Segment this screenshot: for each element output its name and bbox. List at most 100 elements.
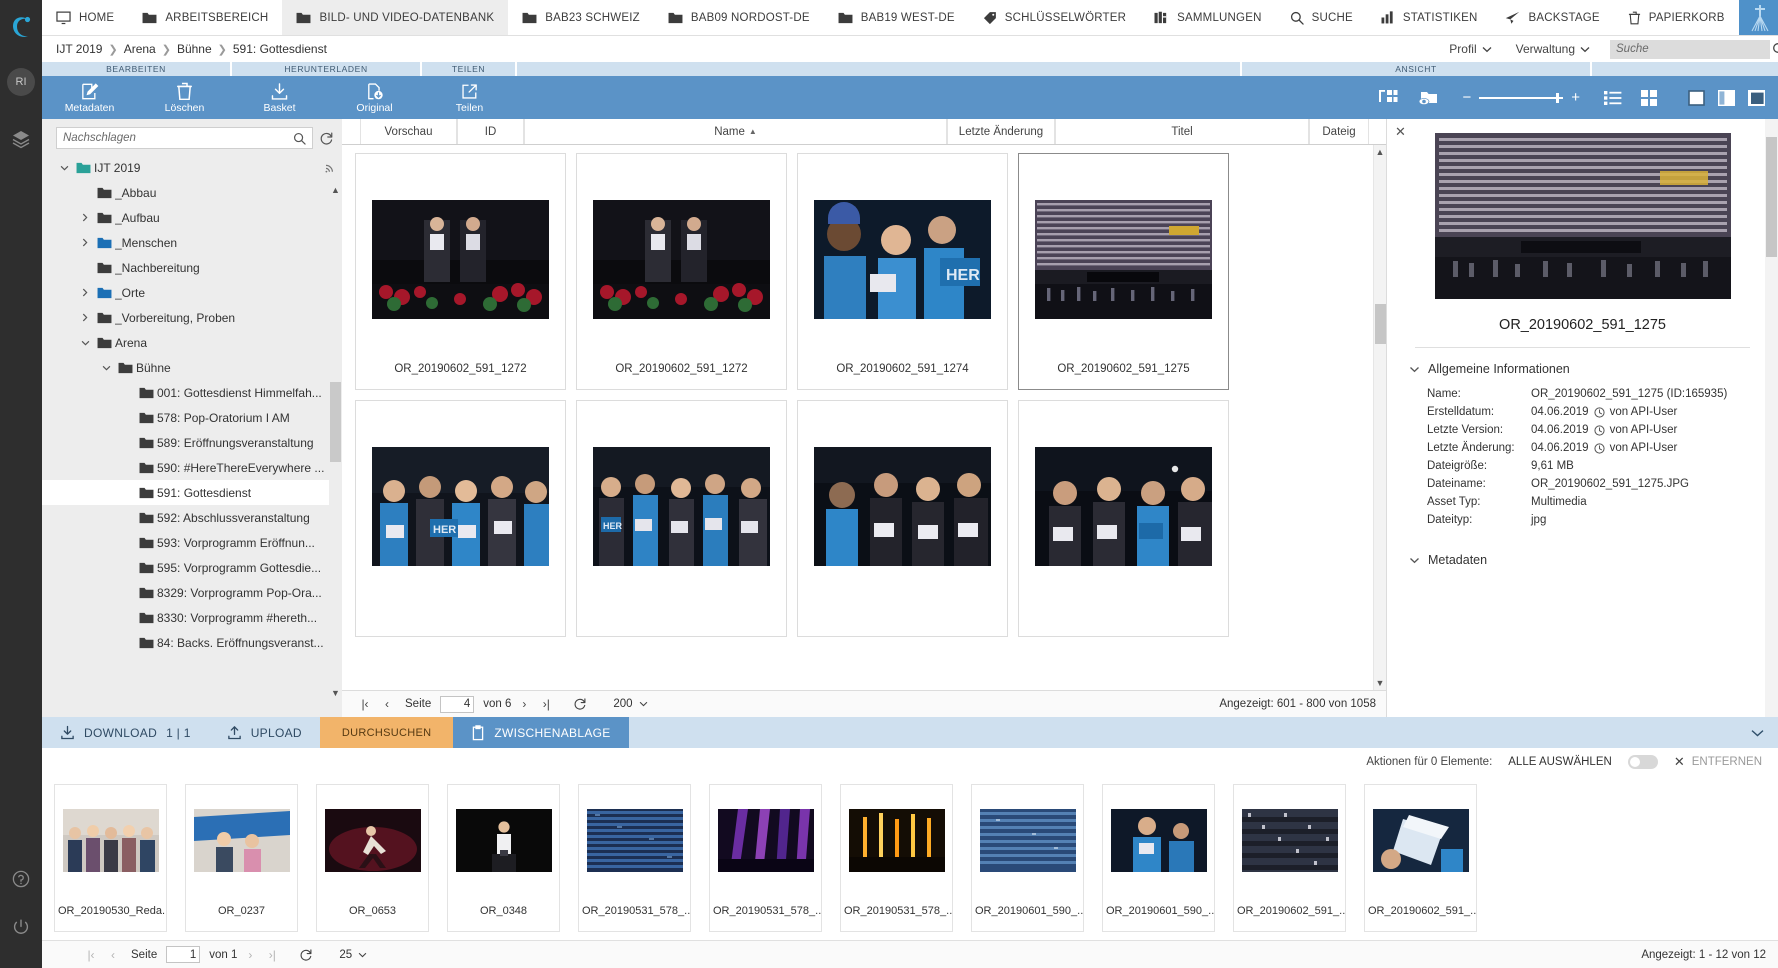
chevron-right-icon[interactable] (77, 288, 93, 297)
clipboard-item[interactable]: OR_0653 (316, 784, 429, 932)
topnav-item-bab23-schweiz[interactable]: BAB23 SCHWEIZ (508, 0, 654, 35)
clipboard-item[interactable]: OR_20190531_578_... (709, 784, 822, 932)
chevron-right-icon[interactable] (77, 313, 93, 322)
ribbon-button-original[interactable]: Original (327, 76, 422, 119)
dock-tab-zwischenablage[interactable]: ZWISCHENABLAGE (453, 717, 629, 748)
scroll-down-icon[interactable]: ▼ (1376, 676, 1385, 690)
prev-page-icon[interactable]: ‹ (378, 697, 396, 711)
chevron-down-icon[interactable] (1751, 717, 1778, 748)
panel-none-icon[interactable] (1684, 76, 1708, 119)
topnav-item-sammlungen[interactable]: SAMMLUNGEN (1140, 0, 1275, 35)
strip-page-input[interactable] (166, 946, 201, 963)
tree-node[interactable]: 593: Vorprogramm Eröffnun... (42, 530, 342, 555)
clipboard-item[interactable]: OR_20190601_590_... (971, 784, 1084, 932)
scroll-down-icon[interactable]: ▼ (331, 686, 340, 699)
ribbon-button-l-schen[interactable]: Löschen (137, 76, 232, 119)
tree-node[interactable]: 84: Backs. Eröffnungsveranst... (42, 630, 342, 655)
profile-menu[interactable]: Profil (1437, 42, 1503, 56)
ribbon-button-teilen[interactable]: Teilen (422, 76, 517, 119)
zoom-slider-track[interactable] (1479, 92, 1564, 103)
search-icon[interactable] (1772, 42, 1778, 56)
column-header-dateig[interactable]: Dateig (1309, 119, 1369, 144)
column-header-id[interactable]: ID (457, 119, 524, 144)
dock-tab-upload[interactable]: UPLOAD (209, 717, 320, 748)
section-general-information[interactable]: Allgemeine Informationen (1409, 362, 1756, 376)
column-header-vorschau[interactable]: Vorschau (360, 119, 457, 144)
next-page-icon[interactable]: › (241, 948, 259, 962)
clipboard-item[interactable]: OR_20190531_578_... (578, 784, 691, 932)
tree-refresh-icon[interactable] (319, 131, 334, 146)
tree-node[interactable]: 589: Eröffnungsveranstaltung (42, 430, 342, 455)
panel-right-icon[interactable] (1744, 76, 1768, 119)
select-all-toggle[interactable] (1627, 755, 1658, 769)
thumbnail-zoom-slider[interactable]: − + (1462, 90, 1580, 105)
column-header-titel[interactable]: Titel (1055, 119, 1309, 144)
clipboard-item[interactable]: OR_20190530_Reda... (54, 784, 167, 932)
admin-menu[interactable]: Verwaltung (1504, 42, 1602, 56)
app-logo-icon[interactable] (4, 10, 38, 44)
ribbon-button-basket[interactable]: Basket (232, 76, 327, 119)
grid-view-icon[interactable] (1636, 76, 1662, 119)
strip-page-size-select[interactable]: 25 (339, 949, 367, 961)
page-input[interactable] (440, 695, 475, 713)
tree-node[interactable]: _Nachbereitung (42, 255, 342, 280)
chevron-down-icon[interactable] (77, 340, 93, 346)
tree-scroll-thumb[interactable] (330, 382, 341, 463)
clipboard-item[interactable]: OR_20190601_590_... (1102, 784, 1215, 932)
tree-scroll-track[interactable] (329, 196, 342, 686)
prev-page-icon[interactable]: ‹ (104, 948, 122, 962)
breadcrumb-item[interactable]: Bühne (177, 42, 212, 56)
clipboard-item[interactable]: OR_20190531_578_... (840, 784, 953, 932)
topnav-item-backstage[interactable]: BACKSTAGE (1491, 0, 1613, 35)
tree-node[interactable]: 8330: Vorprogramm #hereth... (42, 605, 342, 630)
grid-scroll-thumb[interactable] (1374, 303, 1386, 344)
detail-scrollbar[interactable] (1765, 119, 1778, 717)
asset-card[interactable]: HER OR_20190602_591_1274 (797, 153, 1008, 390)
tree-node[interactable]: 592: Abschlussveranstaltung (42, 505, 342, 530)
asset-card[interactable]: HER (355, 400, 566, 637)
topnav-item-suche[interactable]: SUCHE (1276, 0, 1367, 35)
tree-search-input[interactable] (63, 132, 293, 144)
tree-node[interactable]: IJT 2019 (42, 155, 342, 180)
page-size-select[interactable]: 200 (613, 698, 647, 710)
panel-left-icon[interactable] (1714, 76, 1738, 119)
tree-node[interactable]: 8329: Vorprogramm Pop-Ora... (42, 580, 342, 605)
power-icon[interactable] (4, 910, 38, 944)
tree-node[interactable]: _Vorbereitung, Proben (42, 305, 342, 330)
section-metadata[interactable]: Metadaten (1409, 553, 1756, 567)
detail-scroll-thumb[interactable] (1766, 137, 1777, 257)
folder-eye-icon[interactable] (1408, 76, 1448, 119)
topnav-item-bab09-nordost-de[interactable]: BAB09 NORDOST-DE (654, 0, 824, 35)
chevron-down-icon[interactable] (98, 365, 114, 371)
topnav-item-bab19-west-de[interactable]: BAB19 WEST-DE (824, 0, 969, 35)
search-icon[interactable] (293, 132, 306, 145)
pager-refresh-icon[interactable] (573, 697, 591, 711)
tree-node[interactable]: _Abbau (42, 180, 342, 205)
topnav-item-statistiken[interactable]: STATISTIKEN (1367, 0, 1492, 35)
asset-preview[interactable] (1434, 133, 1731, 299)
chevron-right-icon[interactable] (77, 213, 93, 222)
global-search-input[interactable] (1616, 43, 1772, 55)
column-header-letzte-nderung[interactable]: Letzte Änderung (947, 119, 1055, 144)
zoom-in-label[interactable]: + (1571, 90, 1580, 105)
ribbon-button-metadaten[interactable]: Metadaten (42, 76, 137, 119)
breadcrumb-item[interactable]: Arena (124, 42, 156, 56)
clipboard-item[interactable]: OR_20190602_591_... (1233, 784, 1346, 932)
topnav-item-home[interactable]: HOME (42, 0, 128, 35)
close-icon[interactable]: ✕ (1395, 125, 1406, 138)
tree-node[interactable]: _Orte (42, 280, 342, 305)
tree-node[interactable]: Bühne (42, 355, 342, 380)
last-page-icon[interactable]: ›| (537, 697, 555, 711)
asset-card[interactable] (797, 400, 1008, 637)
tree-node[interactable]: 595: Vorprogramm Gottesdie... (42, 555, 342, 580)
topnav-item-arbeitsbereich[interactable]: ARBEITSBEREICH (128, 0, 282, 35)
list-view-icon[interactable] (1600, 76, 1626, 119)
remove-button[interactable]: ✕ ENTFERNEN (1674, 754, 1762, 770)
next-page-icon[interactable]: › (515, 697, 533, 711)
dock-tab-download[interactable]: DOWNLOAD 1 | 1 (42, 717, 209, 748)
tree-node[interactable]: _Aufbau (42, 205, 342, 230)
help-icon[interactable] (4, 862, 38, 896)
chevron-down-icon[interactable] (56, 165, 72, 171)
chevron-right-icon[interactable] (77, 238, 93, 247)
zoom-slider-knob[interactable] (1556, 92, 1560, 103)
